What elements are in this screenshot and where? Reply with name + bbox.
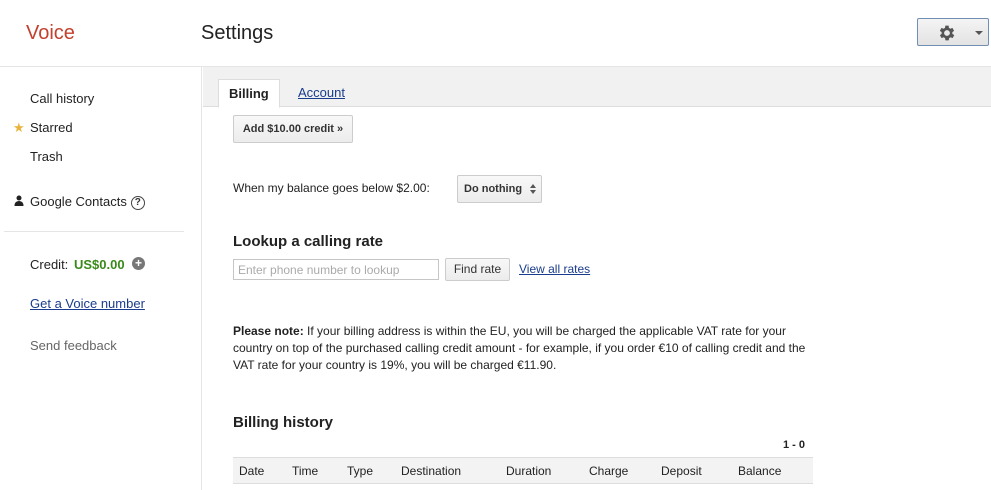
send-feedback-link[interactable]: Send feedback [30,338,117,353]
column-header: Time [292,464,319,478]
balance-threshold-label: When my balance goes below $2.00: [233,181,430,195]
phone-number-input[interactable] [233,259,439,280]
select-arrows-icon [530,184,536,194]
find-rate-button[interactable]: Find rate [445,258,510,281]
tab-bar: Billing Account [203,67,991,108]
get-voice-number-link[interactable]: Get a Voice number [30,296,145,311]
column-header: Date [239,464,265,478]
history-range: 1 - 0 [783,439,806,451]
add-credit-icon[interactable]: + [132,257,145,270]
main-content: Billing Account Add $10.00 credit » When… [203,67,991,490]
balance-action-value: Do nothing [464,183,523,195]
column-header: Duration [506,464,552,478]
settings-menu-button[interactable] [917,18,989,46]
column-header: Type [347,464,374,478]
vat-note: Please note: If your billing address is … [233,323,819,374]
sidebar-item-starred[interactable]: Starred [30,120,73,135]
tab-account[interactable]: Account [298,85,345,100]
balance-action-select[interactable]: Do nothing [457,175,542,203]
view-all-rates-link[interactable]: View all rates [519,262,590,276]
page-title: Settings [201,22,274,44]
sidebar-item-google-contacts[interactable]: Google Contacts? [30,194,145,210]
person-icon [14,195,24,206]
chevron-down-icon [975,31,983,35]
billing-history-table-header: Date Time Type Destination Duration Char… [233,457,813,484]
sidebar-item-trash[interactable]: Trash [30,149,63,164]
lookup-rate-title: Lookup a calling rate [233,233,384,250]
column-header: Charge [589,464,629,478]
column-header: Deposit [661,464,702,478]
sidebar-divider [4,231,184,232]
credit-value: US$0.00 [74,257,125,272]
voice-logo[interactable]: Voice [26,22,75,45]
column-header: Destination [401,464,462,478]
header: Voice Settings [0,0,991,67]
note-text: If your billing address is within the EU… [233,324,806,372]
tab-billing[interactable]: Billing [218,79,280,108]
sidebar-item-label: Google Contacts [30,194,127,209]
note-label: Please note: [233,324,304,338]
column-header: Balance [738,464,782,478]
help-icon[interactable]: ? [130,195,145,210]
add-credit-button[interactable]: Add $10.00 credit » [233,115,353,143]
sidebar: Call history ★ Starred Trash Google Cont… [0,67,202,490]
billing-history-title: Billing history [233,414,334,431]
star-icon: ★ [13,120,25,135]
credit-label: Credit: [30,257,69,272]
gear-icon [939,25,955,41]
sidebar-item-call-history[interactable]: Call history [30,91,94,106]
